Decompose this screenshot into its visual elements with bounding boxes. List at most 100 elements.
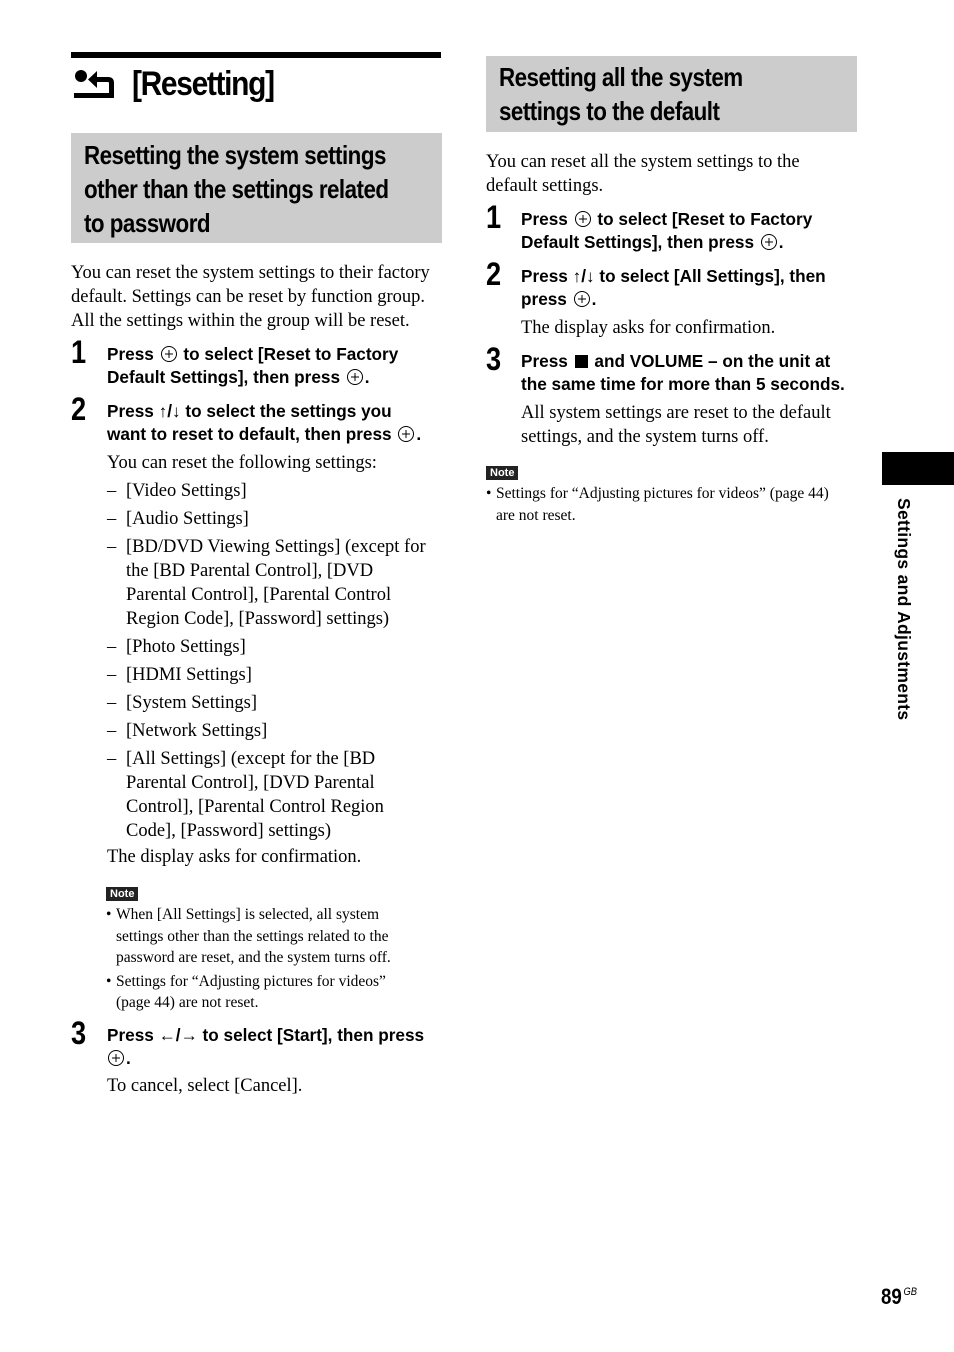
step-number: 1 <box>71 334 87 370</box>
text-line: the [BD Parental Control], [DVD <box>126 561 374 581</box>
enter-button-icon <box>573 291 590 307</box>
text-run: . <box>126 1048 131 1068</box>
page-number-value: 89 <box>881 1284 902 1309</box>
text-line: Press and VOLUME – on the unit at <box>521 350 845 373</box>
text-run: to select [Reset to Factory <box>592 209 813 229</box>
title-rule <box>71 52 441 58</box>
left-step-3-detail: To cancel, select [Cancel]. <box>107 1076 303 1096</box>
page-title-text: [Resetting] <box>132 64 275 103</box>
text-line: Press ↑/↓ to select [All Settings], then <box>521 265 826 288</box>
stop-button-icon <box>574 355 588 368</box>
note-item: • Settings for “Adjusting pictures for v… <box>106 971 446 1014</box>
text-line: [Network Settings] <box>126 721 268 741</box>
list-item: – [System Settings] <box>107 691 426 715</box>
text-run: Press ←/→ to select [Start], then press <box>107 1025 425 1045</box>
list-item: – [HDMI Settings] <box>107 663 426 687</box>
step-instruction: Press and VOLUME – on the unit at the sa… <box>521 350 845 396</box>
text-run: . <box>778 232 784 252</box>
list-item: – [Photo Settings] <box>107 635 426 659</box>
text-run: Press <box>521 351 573 371</box>
heading-line: other than the settings related <box>84 174 389 204</box>
text-line: . <box>107 1047 424 1070</box>
bullet: • <box>486 485 492 502</box>
list-item: – [Network Settings] <box>107 719 426 743</box>
text-run: . <box>591 289 597 309</box>
text-line: Press to select [Reset to Factory <box>107 343 398 366</box>
enter-button-icon <box>398 426 415 442</box>
enter-button-icon <box>760 234 777 250</box>
text-line: Code], [Password] settings) <box>126 821 332 841</box>
right-intro: You can reset all the system settings to… <box>486 150 800 198</box>
step-number: 1 <box>486 199 502 235</box>
step-number: 3 <box>486 341 502 377</box>
text-line: When [All Settings] is selected, all sys… <box>116 906 380 923</box>
step-instruction: Press to select [Reset to Factory Defaul… <box>107 343 398 389</box>
left-notes: • When [All Settings] is selected, all s… <box>106 904 446 1016</box>
section-heading-reset-except-password: Resetting the system settings other than… <box>71 133 442 243</box>
page-title: [Resetting] <box>72 62 293 106</box>
left-intro: You can reset the system settings to the… <box>71 261 430 333</box>
note-label: Note <box>106 887 139 901</box>
step-number: 2 <box>71 391 87 427</box>
text-line: [HDMI Settings] <box>126 665 252 685</box>
heading-line: settings to the default <box>499 96 720 126</box>
text-run: and VOLUME – on the unit at <box>589 351 831 371</box>
text-line: Press ←/→ to select [Start], then press <box>107 1024 424 1047</box>
list-item: – [BD/DVD Viewing Settings] (except for … <box>107 535 426 631</box>
text-line: Press ↑/↓ to select the settings you <box>107 400 421 423</box>
enter-button-icon <box>574 211 591 227</box>
bullet: • <box>106 906 112 923</box>
dash: – <box>107 481 117 501</box>
text-run: to select [Reset to Factory <box>178 344 399 364</box>
text-line: [All Settings] (except for the [BD <box>126 749 376 769</box>
text-line: settings, and the system turns off. <box>521 427 769 447</box>
list-item: – [Video Settings] <box>107 479 426 503</box>
step-number: 2 <box>486 256 502 292</box>
step-instruction: Press ↑/↓ to select the settings you wan… <box>107 400 421 446</box>
section-tab-label: Settings and Adjustments <box>894 498 914 721</box>
text-run: Press ↑/↓ to select [All Settings], then <box>521 266 826 286</box>
resettable-settings-list: – [Video Settings] – [Audio Settings] – [B… <box>107 479 426 847</box>
bullet: • <box>106 972 112 990</box>
text-line: password are reset, and the system turns… <box>116 949 391 966</box>
right-step-2-detail: The display asks for confirmation. <box>521 318 776 338</box>
dash: – <box>107 665 117 685</box>
text-line: You can reset all the system settings to… <box>486 152 800 172</box>
text-line: Press to select [Reset to Factory <box>521 208 812 231</box>
reset-icon <box>74 70 114 98</box>
text-line: [System Settings] <box>126 693 258 713</box>
text-line: [Video Settings] <box>126 481 247 501</box>
text-line: Default Settings], then press . <box>521 231 812 254</box>
step-instruction: Press to select [Reset to Factory Defaul… <box>521 208 812 254</box>
text-run: press <box>521 289 572 309</box>
left-confirmation-text: The display asks for confirmation. <box>107 847 362 867</box>
note-item: • Settings for “Adjusting pictures for v… <box>486 483 866 526</box>
step-instruction: Press ↑/↓ to select [All Settings], then… <box>521 265 826 311</box>
text-line: default settings. <box>486 176 604 196</box>
text-line: the same time for more than 5 seconds. <box>521 373 845 396</box>
text-run: . <box>364 367 370 387</box>
text-line: settings other than the settings related… <box>116 927 389 945</box>
right-step-3-detail: All system settings are reset to the def… <box>521 401 831 449</box>
text-run: want to reset to default, then press <box>107 424 397 444</box>
text-run: Press <box>107 344 159 364</box>
text-line: Default Settings], then press . <box>107 366 398 389</box>
right-notes: • Settings for “Adjusting pictures for v… <box>486 483 866 528</box>
text-run: the same time for more than 5 seconds. <box>521 374 845 394</box>
text-line: [BD/DVD Viewing Settings] (except for <box>126 537 426 557</box>
text-line: Parental Control], [Parental Control <box>126 585 392 605</box>
text-run: . <box>416 424 422 444</box>
list-item: – [Audio Settings] <box>107 507 426 531</box>
text-line: Region Code], [Password] settings) <box>126 609 390 629</box>
text-line: You can reset the system settings to the… <box>71 263 430 283</box>
list-item: – [All Settings] (except for the [BD Par… <box>107 747 426 843</box>
text-line: Settings for “Adjusting pictures for vid… <box>116 972 386 990</box>
section-tab-marker <box>882 452 954 485</box>
dash: – <box>107 721 117 741</box>
text-line: All the settings within the group will b… <box>71 311 410 331</box>
page-region-suffix: GB <box>903 1286 918 1298</box>
section-heading-reset-all: Resetting all the system settings to the… <box>486 56 857 132</box>
dash: – <box>107 537 117 557</box>
note-label: Note <box>486 466 519 480</box>
left-step-2-detail: You can reset the following settings: <box>107 453 377 473</box>
